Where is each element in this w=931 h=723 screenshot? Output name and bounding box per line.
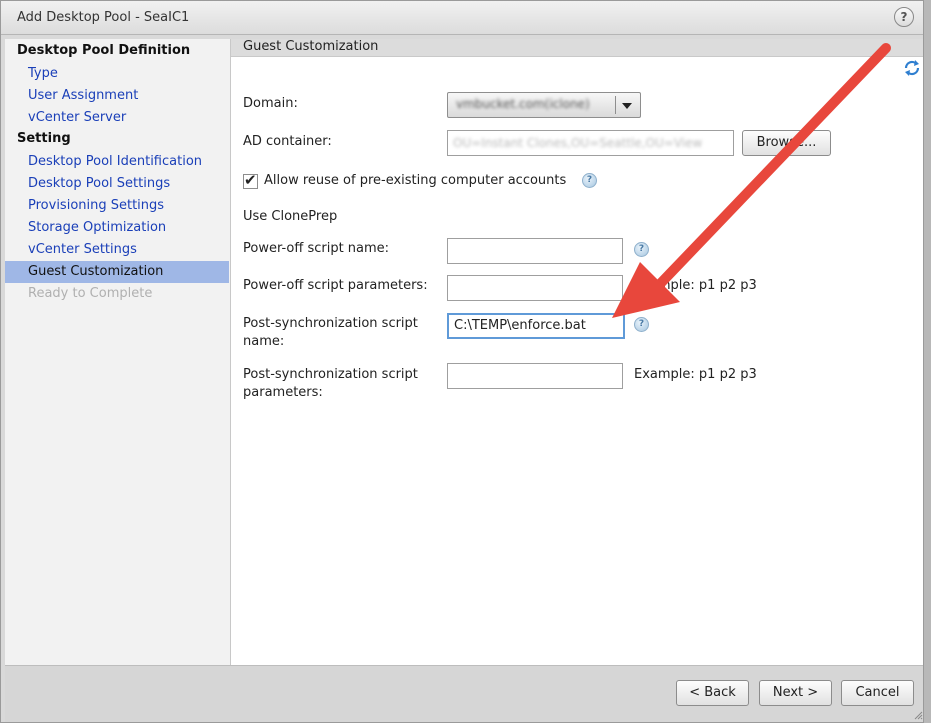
browse-button[interactable]: Browse... [742,130,831,156]
guest-customization-panel: Guest Customization Domain: vmbucket.com… [231,39,923,665]
poweroff-script-params-input[interactable] [447,275,623,301]
cancel-button[interactable]: Cancel [841,680,914,706]
domain-label: Domain: [243,96,298,111]
dialog-window: Add Desktop Pool - SeaIC1 ? Desktop Pool… [0,0,924,723]
postsync-name-label-line2: name: [243,334,285,349]
wizard-footer: < Back Next > Cancel [5,665,923,722]
poweroff-script-params-label: Power-off script parameters: [243,278,428,293]
question-icon[interactable]: ? [634,317,649,332]
postsync-params-example: Example: p1 p2 p3 [634,367,757,382]
sidebar-item-vcenter-server[interactable]: vCenter Server [5,107,229,129]
ad-container-field[interactable]: OU=Instant Clones,OU=Seattle,OU=View [447,130,734,156]
section-desktop-pool-definition: Desktop Pool Definition [17,43,191,58]
sidebar-item-vcenter-settings[interactable]: vCenter Settings [5,239,229,261]
panel-header: Guest Customization [231,39,923,57]
use-cloneprep-label: Use ClonePrep [243,209,338,224]
panel-title: Guest Customization [243,39,379,54]
postsync-name-label-line1: Post-synchronization script [243,316,418,331]
sidebar-item-type[interactable]: Type [5,63,229,85]
window-title: Add Desktop Pool - SeaIC1 [17,10,190,25]
dropdown-divider [615,96,616,114]
wizard-sidebar: Desktop Pool Definition Type User Assign… [5,39,231,665]
resize-grip-icon[interactable] [913,710,923,720]
domain-value: vmbucket.com(iclone) [456,97,590,111]
sidebar-item-pool-identification[interactable]: Desktop Pool Identification [5,151,229,173]
postsync-script-params-input[interactable] [447,363,623,389]
next-button[interactable]: Next > [759,680,832,706]
back-button[interactable]: < Back [676,680,749,706]
sidebar-item-storage-optimization[interactable]: Storage Optimization [5,217,229,239]
sidebar-item-guest-customization[interactable]: Guest Customization [5,261,229,283]
ad-container-value: OU=Instant Clones,OU=Seattle,OU=View [453,136,703,150]
refresh-icon[interactable] [903,59,921,77]
allow-reuse-checkbox[interactable]: ✔ [243,171,258,189]
question-icon[interactable]: ? [634,242,649,257]
domain-select[interactable]: vmbucket.com(iclone) [447,92,641,118]
postsync-script-name-label: Post-synchronization script name: [243,315,418,351]
poweroff-params-example: Example: p1 p2 p3 [634,278,757,293]
section-setting: Setting [17,131,71,146]
sidebar-item-provisioning-settings[interactable]: Provisioning Settings [5,195,229,217]
postsync-script-params-label: Post-synchronization script parameters: [243,366,418,402]
checkmark-icon: ✔ [244,171,257,189]
postsync-params-label-line1: Post-synchronization script [243,367,418,382]
poweroff-script-name-label: Power-off script name: [243,241,390,256]
dropdown-arrow-icon [622,103,632,109]
title-bar: Add Desktop Pool - SeaIC1 ? [1,1,923,35]
help-icon[interactable]: ? [894,7,914,27]
question-icon[interactable]: ? [582,173,597,188]
sidebar-item-pool-settings[interactable]: Desktop Pool Settings [5,173,229,195]
postsync-params-label-line2: parameters: [243,385,323,400]
sidebar-item-user-assignment[interactable]: User Assignment [5,85,229,107]
poweroff-script-name-input[interactable] [447,238,623,264]
postsync-script-name-input[interactable]: C:\TEMP\enforce.bat [447,313,625,339]
allow-reuse-label: Allow reuse of pre-existing computer acc… [264,173,567,188]
ad-container-label: AD container: [243,134,332,149]
sidebar-item-ready-to-complete: Ready to Complete [28,286,153,301]
